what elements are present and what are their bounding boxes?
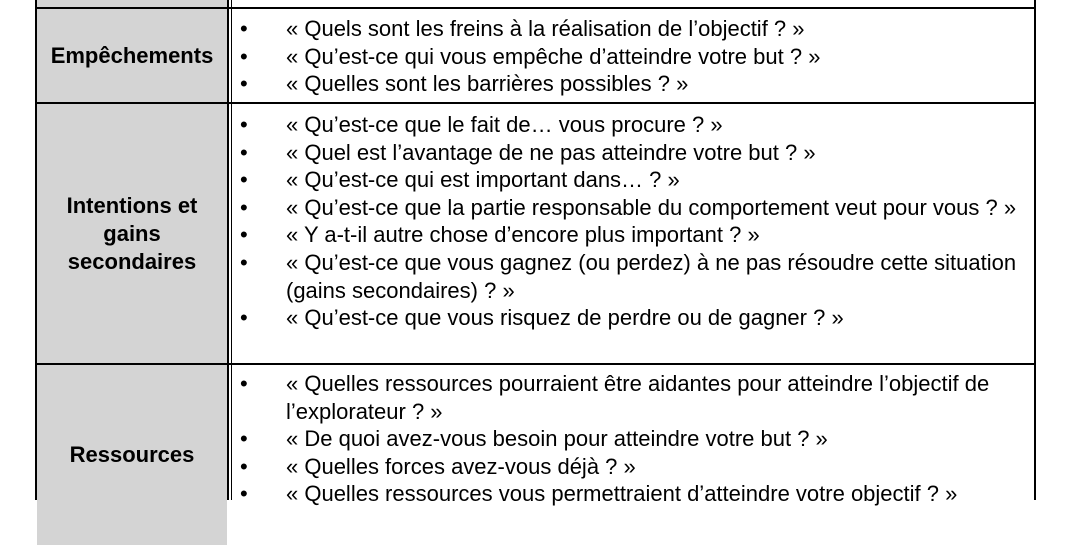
list-item: « Quels sont les freins à la réalisation… — [238, 15, 1018, 43]
row-label-text: Empêchements — [50, 42, 214, 68]
table-border-right — [1034, 0, 1036, 500]
list-item: « Quel est l’avantage de ne pas atteindr… — [238, 139, 1018, 167]
previous-row-label-cell — [37, 0, 227, 7]
row-label-empechements: Empêchements — [37, 9, 227, 102]
list-item: « Y a-t-il autre chose d’encore plus imp… — [238, 221, 1018, 249]
questions-table: Empêchements « Quels sont les freins à l… — [0, 0, 1078, 545]
list-item: « Qu’est-ce que le fait de… vous procure… — [238, 111, 1018, 139]
row-label-text: Intentions et gains secondaires — [66, 192, 198, 274]
list-item: « Qu’est-ce que vous risquez de perdre o… — [238, 304, 1018, 332]
list-item: « Quelles forces avez-vous déjà ? » — [238, 453, 1018, 481]
row-divider — [36, 363, 1036, 365]
table-column-divider — [227, 0, 229, 500]
row-divider — [36, 7, 1036, 9]
list-item: « De quoi avez-vous besoin pour atteindr… — [238, 425, 1018, 453]
table-column-divider-inner — [231, 0, 232, 500]
list-item: « Qu’est-ce qui vous empêche d’atteindre… — [238, 43, 1018, 71]
table-border-left — [35, 0, 37, 500]
row-label-intentions: Intentions et gains secondaires — [37, 104, 227, 363]
row-items-empechements: « Quels sont les freins à la réalisation… — [238, 15, 1018, 98]
list-item: « Quelles sont les barrières possibles ?… — [238, 70, 1018, 98]
list-item: « Qu’est-ce que la partie responsable du… — [238, 194, 1018, 222]
row-items-intentions: « Qu’est-ce que le fait de… vous procure… — [238, 111, 1018, 332]
row-label-ressources: Ressources — [37, 365, 227, 545]
list-item: « Qu’est-ce que vous gagnez (ou perdez) … — [238, 249, 1018, 304]
row-divider — [36, 102, 1036, 104]
list-item: « Quelles ressources vous permettraient … — [238, 480, 1018, 508]
list-item: « Quelles ressources pourraient être aid… — [238, 370, 1018, 425]
row-label-text: Ressources — [69, 442, 195, 467]
row-items-ressources: « Quelles ressources pourraient être aid… — [238, 370, 1018, 508]
list-item: « Qu’est-ce qui est important dans… ? » — [238, 166, 1018, 194]
